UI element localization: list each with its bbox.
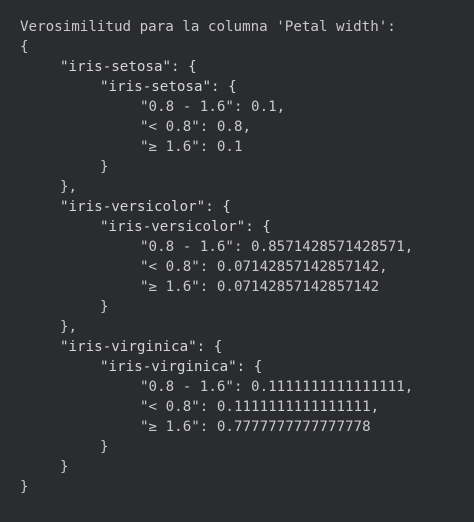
outer-close-brace: } [60,459,69,475]
class-block-versicolor: "iris-versicolor": { "iris-versicolor": … [20,197,470,337]
open-brace: { [20,39,29,55]
inner-close-brace: } [100,299,109,315]
inner-close-brace: } [100,439,109,455]
value-row: "≥ 1.6": 0.1 [140,139,243,155]
outer-close-brace: }, [60,319,78,335]
class-block-virginica: "iris-virginica": { "iris-virginica": { … [20,337,470,477]
output-header: Verosimilitud para la columna 'Petal wid… [20,19,396,35]
value-row: "0.8 - 1.6": 0.8571428571428571, [140,239,414,255]
class-key-setosa: "iris-setosa": { [60,59,197,75]
console-output: Verosimilitud para la columna 'Petal wid… [20,17,470,497]
value-row: "< 0.8": 0.8, [140,119,252,135]
value-row: "< 0.8": 0.07142857142857142, [140,259,388,275]
value-row: "0.8 - 1.6": 0.1111111111111111, [140,379,414,395]
inner-key-versicolor: "iris-versicolor": { [100,219,271,235]
inner-key-setosa: "iris-setosa": { [100,79,237,95]
value-row: "< 0.8": 0.1111111111111111, [140,399,380,415]
value-row: "0.8 - 1.6": 0.1, [140,99,286,115]
inner-key-virginica: "iris-virginica": { [100,359,263,375]
inner-close-brace: } [100,159,109,175]
outer-close-brace: }, [60,179,78,195]
value-row: "≥ 1.6": 0.7777777777777778 [140,419,371,435]
class-key-versicolor: "iris-versicolor": { [60,199,231,215]
class-key-virginica: "iris-virginica": { [60,339,223,355]
class-block-setosa: "iris-setosa": { "iris-setosa": { "0.8 -… [20,57,470,197]
value-row: "≥ 1.6": 0.07142857142857142 [140,279,380,295]
close-brace: } [20,479,29,495]
